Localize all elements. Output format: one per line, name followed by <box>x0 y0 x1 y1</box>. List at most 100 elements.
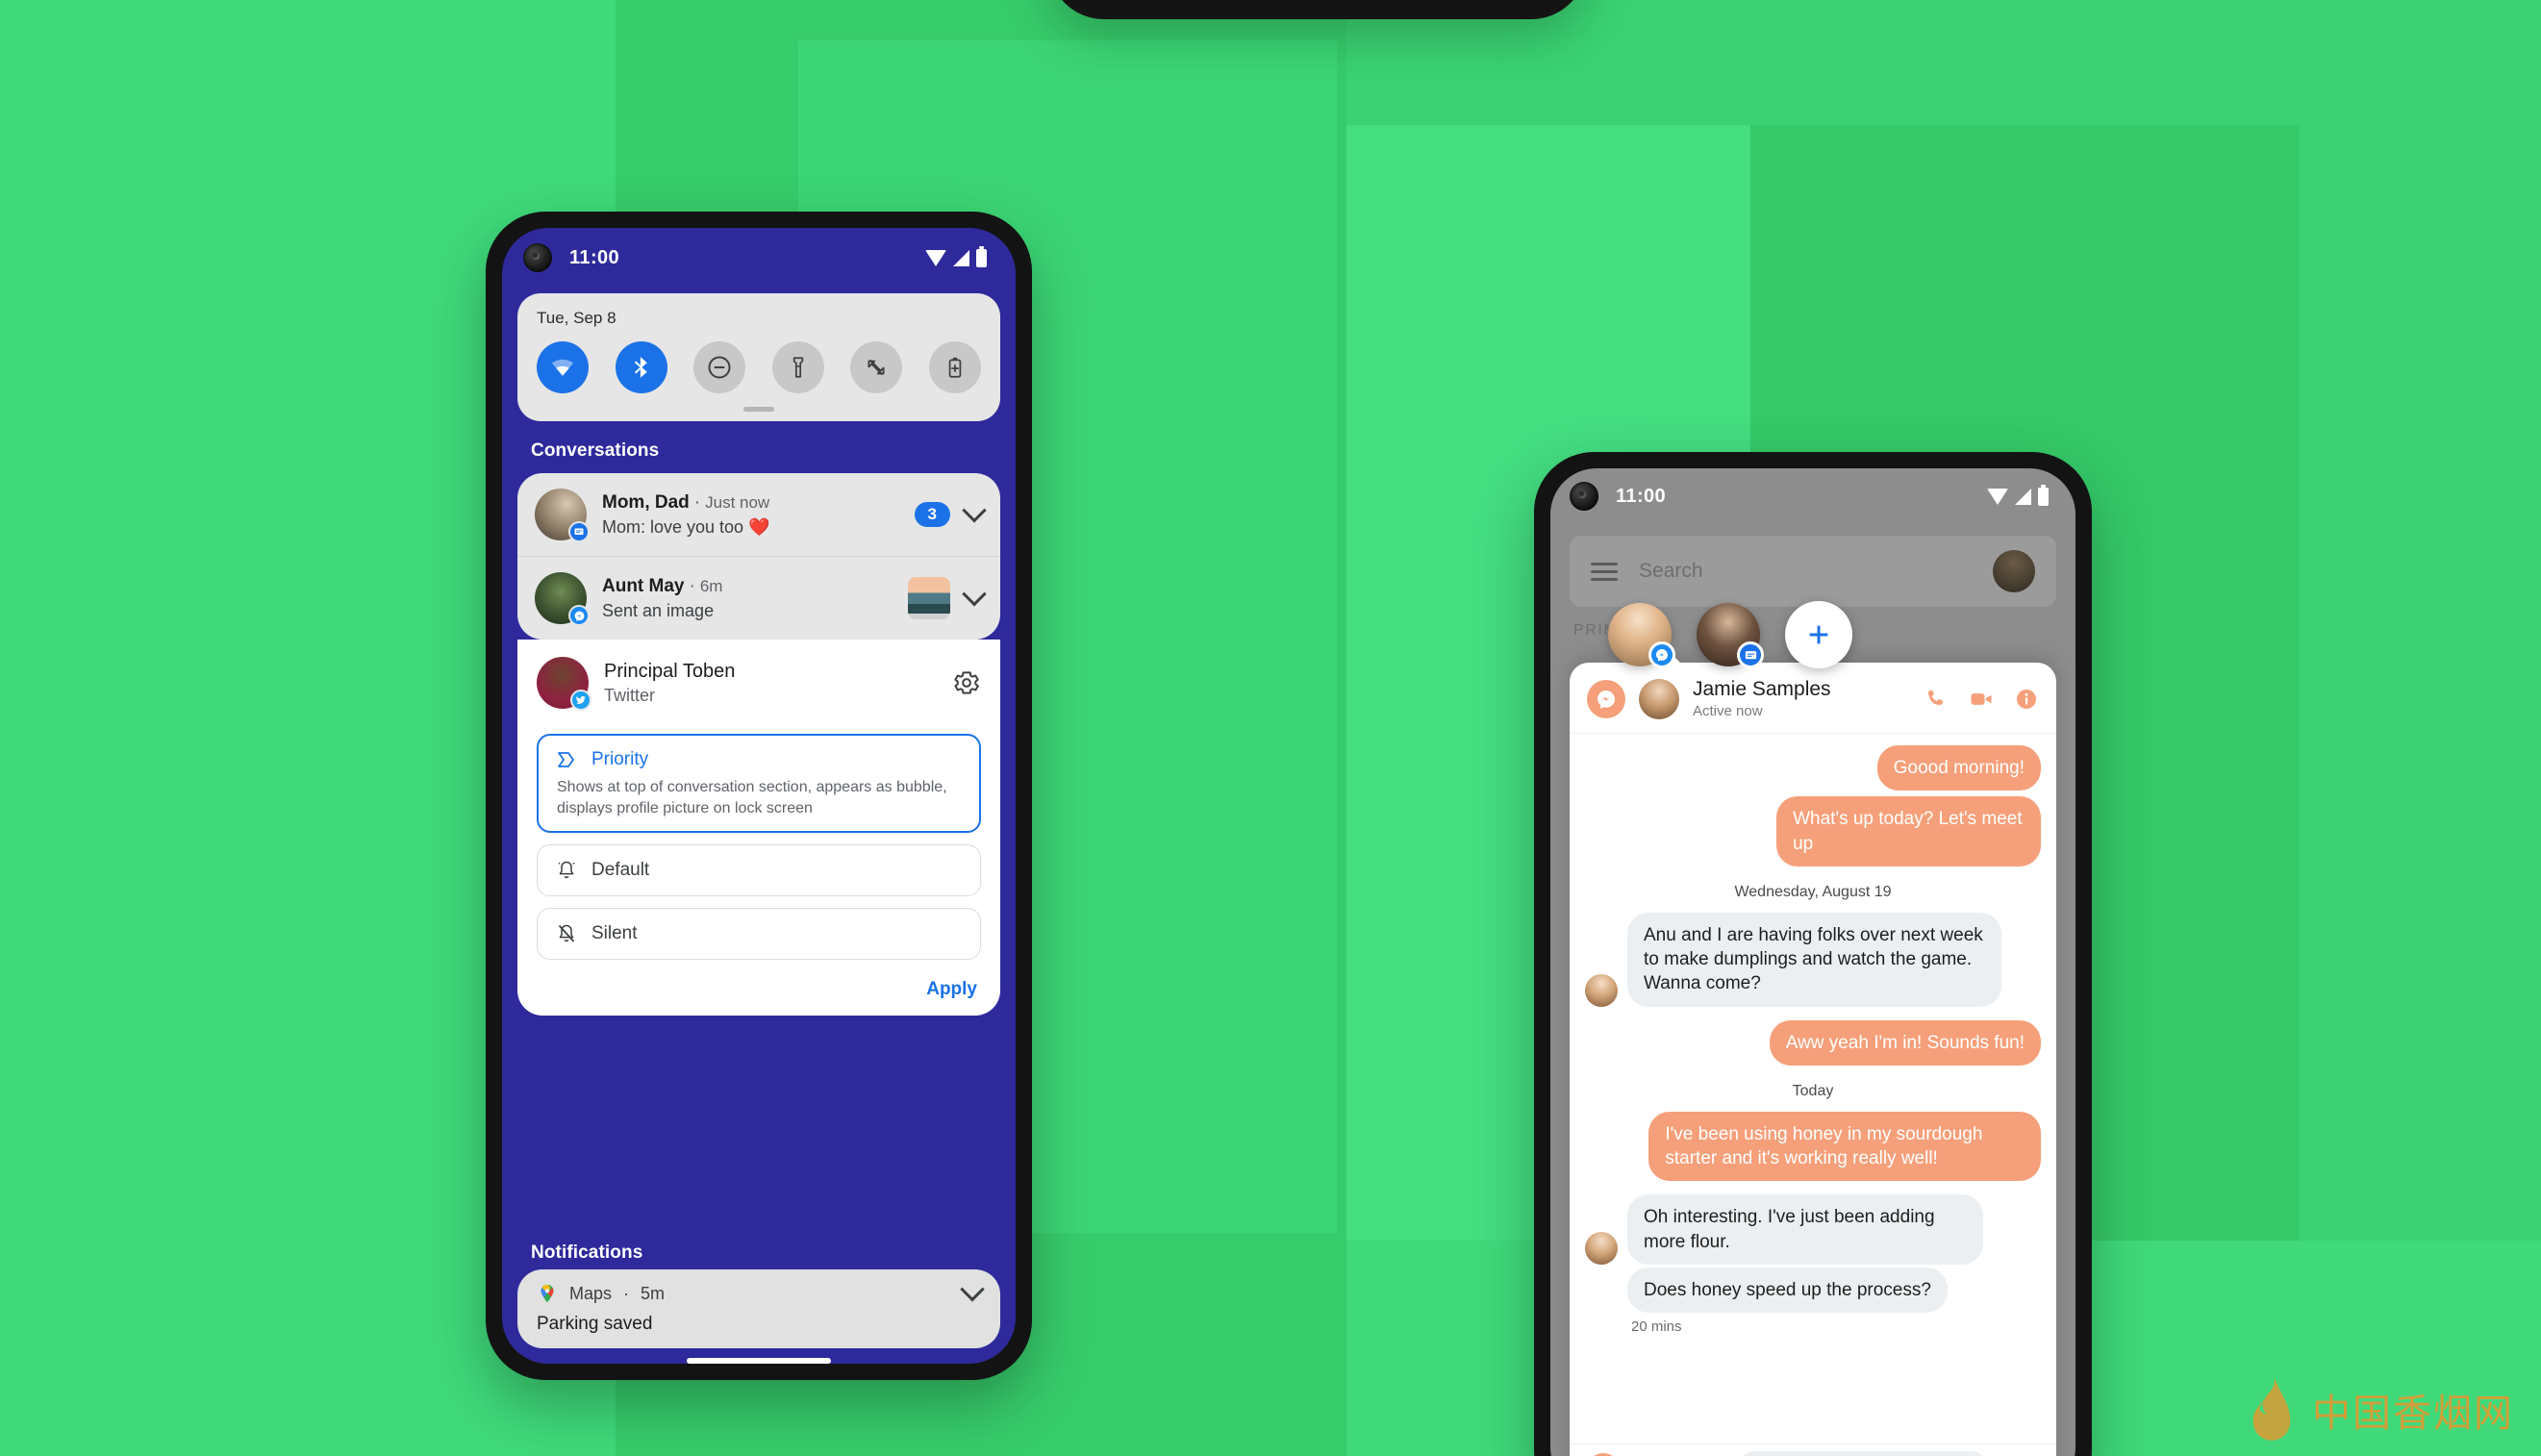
gear-icon[interactable] <box>952 668 981 697</box>
battery-icon <box>976 245 987 267</box>
background-app-search-bar[interactable]: Search <box>1570 536 2056 607</box>
option-label: Silent <box>591 923 638 944</box>
left-phone-frame: 11:00 Tue, Sep 8 Conversations Mom, Dad … <box>486 212 1032 1380</box>
message-bubble-incoming: Oh interesting. I've just been adding mo… <box>1627 1194 1983 1265</box>
call-icon[interactable] <box>1924 687 1949 712</box>
maps-pin-icon <box>541 1284 554 1303</box>
account-avatar[interactable] <box>1993 550 2035 592</box>
avatar <box>1639 678 1679 719</box>
messenger-icon <box>568 605 590 626</box>
message-row: I've been using honey in my sourdough st… <box>1585 1111 2041 1182</box>
navigation-bar-handle[interactable] <box>687 1358 831 1364</box>
message-bubble-incoming: Does honey speed up the process? <box>1627 1267 1948 1314</box>
signal-icon <box>2015 488 2031 505</box>
thumbs-up-icon[interactable] <box>2006 1453 2039 1456</box>
date-separator: Today <box>1792 1082 1834 1099</box>
avatar <box>535 489 590 542</box>
maps-notification-time: 5m <box>641 1283 666 1303</box>
option-default[interactable]: Default <box>537 844 981 897</box>
right-phone-frame: 11:00 Search PRIMARY <box>1534 452 2092 1456</box>
option-silent[interactable]: Silent <box>537 908 981 961</box>
bluetooth-icon <box>634 357 647 378</box>
settings-card-identity: Principal Toben Twitter <box>604 661 735 706</box>
chevron-down-icon[interactable] <box>962 498 987 523</box>
messenger-icon[interactable] <box>1587 679 1625 718</box>
quick-settings-handle[interactable] <box>743 407 774 412</box>
bubble-rail <box>1608 601 1852 668</box>
background-shape <box>2299 125 2541 1241</box>
option-description: Shows at top of conversation section, ap… <box>557 779 947 816</box>
wifi-tile[interactable] <box>537 341 589 393</box>
info-icon[interactable] <box>2014 687 2039 712</box>
wifi-icon <box>1987 488 2008 505</box>
wifi-icon <box>925 249 946 266</box>
message-row: Goood morning! <box>1585 745 2041 791</box>
bluetooth-tile[interactable] <box>615 341 667 393</box>
add-circle-icon[interactable] <box>1587 1452 1620 1456</box>
chevron-down-icon[interactable] <box>960 1277 985 1302</box>
avatar <box>1585 1231 1618 1265</box>
image-thumbnail[interactable] <box>908 577 950 619</box>
chat-header: Jamie Samples Active now <box>1570 663 2056 734</box>
conversation-title-line: Mom, Dad · Just now <box>602 492 899 514</box>
message-composer: Aa <box>1570 1443 2056 1456</box>
hamburger-icon[interactable] <box>1591 558 1618 586</box>
notifications-section-label: Notifications <box>531 1243 643 1263</box>
message-row: Oh interesting. I've just been adding mo… <box>1585 1194 2041 1265</box>
settings-card-header: Principal Toben Twitter <box>537 657 981 722</box>
messages-icon <box>1737 641 1764 668</box>
conversation-row-mom-dad[interactable]: Mom, Dad · Just now Mom: love you too ❤️ 3 <box>517 473 1000 556</box>
maps-notification[interactable]: Maps · 5m Parking saved <box>517 1269 1000 1348</box>
quick-settings-tiles <box>537 341 981 393</box>
priority-icon <box>558 752 574 767</box>
apply-button[interactable]: Apply <box>926 979 977 999</box>
conversation-preview: Mom: love you too ❤️ <box>602 516 770 537</box>
conversation-text: Aunt May · 6m Sent an image <box>602 576 893 621</box>
avatar-spacer <box>1585 1280 1618 1313</box>
option-label: Default <box>591 860 650 881</box>
option-priority[interactable]: Priority Shows at top of conversation se… <box>537 734 981 834</box>
search-input[interactable]: Search <box>1639 560 1703 583</box>
messenger-icon <box>1648 641 1675 668</box>
bubble-second[interactable] <box>1697 603 1764 668</box>
battery-plus-icon <box>948 357 962 378</box>
chevron-down-icon[interactable] <box>962 582 987 607</box>
conversation-title: Aunt May <box>602 575 685 596</box>
option-header: Default <box>555 859 963 882</box>
settings-app-name: Twitter <box>604 685 656 705</box>
camera-icon[interactable] <box>1637 1453 1670 1456</box>
dnd-icon <box>708 356 731 379</box>
message-bubble-outgoing: I've been using honey in my sourdough st… <box>1648 1111 2041 1182</box>
message-list[interactable]: Goood morning! What's up today? Let's me… <box>1570 734 2056 1456</box>
battery-saver-tile[interactable] <box>928 341 981 393</box>
gallery-icon[interactable] <box>1687 1453 1720 1456</box>
bubble-add[interactable] <box>1785 601 1852 668</box>
message-input[interactable]: Aa <box>1737 1450 1989 1456</box>
bubble-jamie[interactable] <box>1608 603 1675 668</box>
auto-rotate-tile[interactable] <box>850 341 903 393</box>
separator-dot: · <box>693 491 701 513</box>
signal-icon <box>953 249 969 266</box>
flame-icon <box>2252 1377 2291 1441</box>
unread-count-badge: 3 <box>914 502 950 527</box>
separator-dot: · <box>689 575 695 596</box>
bell-off-icon <box>558 924 575 942</box>
video-icon[interactable] <box>1968 686 1995 713</box>
message-timestamp: 20 mins <box>1631 1318 1682 1336</box>
chat-presence-status: Active now <box>1693 703 1763 719</box>
right-status-bar: 11:00 <box>1550 468 2076 524</box>
settings-contact-name: Principal Toben <box>604 660 736 682</box>
maps-notification-title: Parking saved <box>537 1314 653 1334</box>
conversation-text: Mom, Dad · Just now Mom: love you too ❤️ <box>602 492 899 538</box>
flashlight-tile[interactable] <box>771 341 824 393</box>
separator-dot: · <box>623 1283 630 1303</box>
status-time: 11:00 <box>1616 485 1667 507</box>
do-not-disturb-tile[interactable] <box>693 341 746 393</box>
status-icons <box>925 245 987 267</box>
conversation-row-aunt-may[interactable]: Aunt May · 6m Sent an image <box>517 556 1000 640</box>
front-camera-icon <box>1570 482 1598 511</box>
quick-settings-panel: Tue, Sep 8 <box>517 293 1000 421</box>
plus-icon <box>1809 625 1828 644</box>
chat-actions <box>1924 686 2039 713</box>
conversations-section-label: Conversations <box>531 440 660 461</box>
